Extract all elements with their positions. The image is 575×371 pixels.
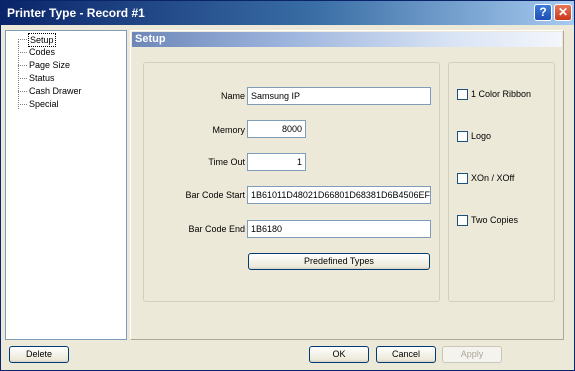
predefined-types-button[interactable]: Predefined Types <box>248 253 430 270</box>
tree-connector <box>18 78 27 79</box>
timeout-field[interactable]: 1 <box>247 153 306 171</box>
logo-label: Logo <box>471 131 492 141</box>
barcode-end-field[interactable]: 1B6180 <box>247 220 431 238</box>
ok-button[interactable]: OK <box>309 346 369 363</box>
printer-type-dialog: Printer Type - Record #1 ? ✕ Setup Codes… <box>0 0 575 371</box>
color-ribbon-checkbox[interactable] <box>457 89 468 100</box>
window-title: Printer Type - Record #1 <box>7 6 145 20</box>
memory-field[interactable]: 8000 <box>247 120 306 138</box>
title-bar[interactable]: Printer Type - Record #1 ? ✕ <box>1 1 574 25</box>
panel-header: Setup <box>132 32 562 47</box>
tree-item-page-size[interactable]: Page Size <box>28 59 71 71</box>
barcode-start-field[interactable]: 1B61011D48021D66801D68381D6B4506EF <box>247 186 431 204</box>
xon-xoff-checkbox[interactable] <box>457 173 468 184</box>
panel-title: Setup <box>135 33 166 45</box>
two-copies-label: Two Copies <box>471 215 519 225</box>
cancel-button[interactable]: Cancel <box>376 346 436 363</box>
xon-xoff-label: XOn / XOff <box>471 173 515 183</box>
barcode-start-label: Bar Code Start <box>185 190 245 200</box>
two-copies-checkbox[interactable] <box>457 215 468 226</box>
timeout-label: Time Out <box>208 157 245 167</box>
tree-connector <box>18 104 27 105</box>
apply-button[interactable]: Apply <box>442 346 502 363</box>
barcode-end-label: Bar Code End <box>188 224 245 234</box>
tree-connector <box>18 91 27 92</box>
name-label: Name <box>220 91 245 101</box>
memory-label: Memory <box>212 125 245 135</box>
tree-item-cash-drawer[interactable]: Cash Drawer <box>28 85 83 97</box>
help-button[interactable]: ? <box>534 4 552 21</box>
tree-item-codes[interactable]: Codes <box>28 46 56 58</box>
tree-item-setup[interactable]: Setup <box>28 33 56 47</box>
tree-connector <box>18 39 27 40</box>
close-button[interactable]: ✕ <box>554 4 572 21</box>
section-tree: Setup Codes Page Size Status Cash Drawer… <box>5 30 127 340</box>
tree-item-special[interactable]: Special <box>28 98 60 110</box>
delete-button[interactable]: Delete <box>9 346 69 363</box>
logo-checkbox[interactable] <box>457 131 468 142</box>
tree-connector <box>18 65 27 66</box>
tree-item-status[interactable]: Status <box>28 72 56 84</box>
color-ribbon-label: 1 Color Ribbon <box>471 89 532 99</box>
tree-connector <box>18 52 27 53</box>
name-field[interactable]: Samsung IP <box>247 87 431 105</box>
